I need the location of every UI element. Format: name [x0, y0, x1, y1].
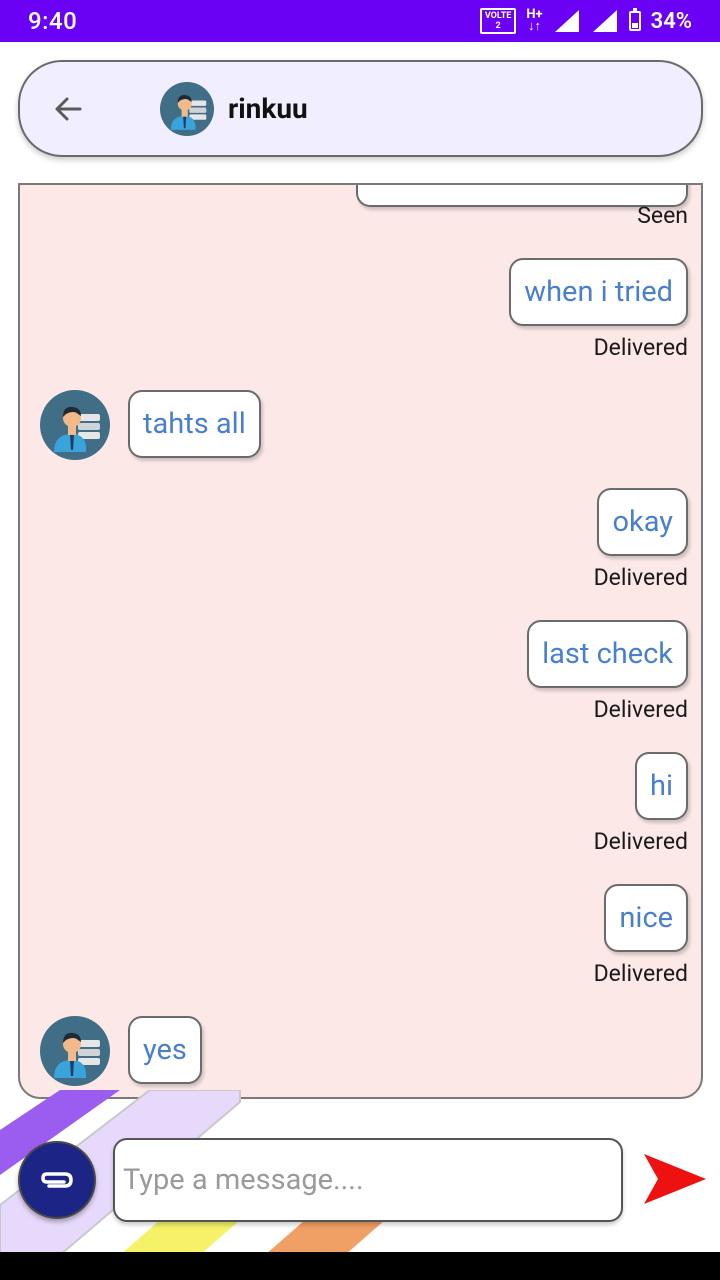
message-input[interactable]: [113, 1138, 623, 1222]
status-time: 9:40: [28, 7, 78, 35]
volte-label: VOLTE: [484, 11, 512, 21]
message-bubble-outgoing[interactable]: hi: [634, 752, 688, 820]
chat-messages[interactable]: Seen when i tried Delivered tahts all ok…: [18, 183, 703, 1099]
contact-name[interactable]: rinkuu: [228, 92, 308, 125]
status-bar: 9:40 VOLTE 2 H+ ↓↑ 34%: [0, 0, 720, 42]
message-bubble-outgoing[interactable]: last check: [527, 620, 688, 688]
volte-sim-label: 2: [495, 21, 501, 31]
volte-icon: VOLTE 2: [479, 8, 517, 34]
message-status: Delivered: [593, 960, 688, 987]
chat-header: rinkuu: [18, 60, 703, 157]
signal-icon: [554, 10, 579, 32]
network-type-icon: H+ ↓↑: [526, 8, 542, 34]
message-status: Delivered: [593, 564, 688, 591]
message-status: Delivered: [593, 696, 688, 723]
message-text: nice: [619, 901, 673, 935]
message-text: okay: [612, 505, 673, 539]
message-bubble-outgoing[interactable]: when i tried: [509, 258, 688, 326]
navigation-bar: [0, 1252, 720, 1280]
back-button[interactable]: [38, 79, 98, 139]
message-text: last check: [542, 637, 673, 671]
signal-icon-2: [592, 10, 617, 32]
user-avatar-icon[interactable]: [160, 81, 214, 136]
message-status: Seen: [637, 202, 688, 229]
message-bubble-outgoing[interactable]: nice: [604, 884, 688, 952]
message-bubble-incoming[interactable]: yes: [128, 1016, 202, 1084]
message-text: when i tried: [524, 275, 673, 309]
message-bubble-incoming[interactable]: tahts all: [128, 390, 261, 458]
message-bubble-outgoing[interactable]: okay: [597, 488, 688, 556]
arrow-back-icon: [55, 97, 82, 120]
message-text: hi: [649, 769, 673, 803]
data-arrows-icon: ↓↑: [527, 19, 541, 34]
message-text: tahts all: [143, 407, 246, 441]
send-arrow-icon[interactable]: [640, 1150, 708, 1208]
user-avatar-icon[interactable]: [40, 1016, 110, 1086]
status-icons: VOLTE 2 H+ ↓↑ 34%: [479, 8, 692, 34]
battery-percent: 34%: [650, 8, 692, 34]
message-status: Delivered: [593, 334, 688, 361]
paperclip-icon: [41, 1172, 73, 1188]
attach-button[interactable]: [18, 1141, 96, 1219]
user-avatar-icon[interactable]: [40, 390, 110, 460]
battery-icon: [628, 8, 641, 31]
message-status: Delivered: [593, 828, 688, 855]
message-text: yes: [143, 1033, 187, 1067]
